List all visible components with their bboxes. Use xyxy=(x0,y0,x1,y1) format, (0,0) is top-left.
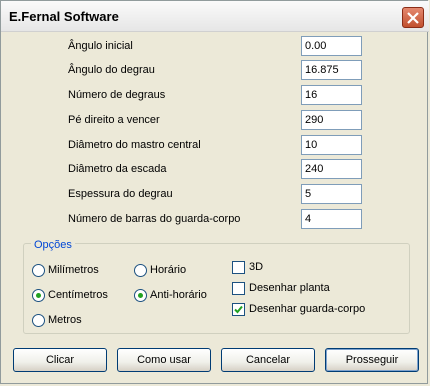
label-numero-barras: Número de barras do guarda-corpo xyxy=(68,213,241,225)
label-espessura-degrau: Espessura do degrau xyxy=(68,188,173,200)
radio-anti-horario-label[interactable]: Anti-horário xyxy=(150,289,207,301)
angulo-degrau-input[interactable] xyxy=(301,60,362,80)
label-pe-direito: Pé direito a vencer xyxy=(68,114,160,126)
dialog-window: E.Fernal Software Ângulo inicial Ângulo … xyxy=(0,0,429,384)
label-angulo-degrau: Ângulo do degrau xyxy=(68,64,155,76)
close-button[interactable] xyxy=(402,7,424,28)
checkbox-desenhar-guarda-corpo[interactable] xyxy=(232,303,245,316)
checkbox-desenhar-guarda-corpo-label[interactable]: Desenhar guarda-corpo xyxy=(249,303,365,315)
window-title: E.Fernal Software xyxy=(9,9,119,24)
angulo-inicial-input[interactable] xyxy=(301,36,362,56)
label-diametro-mastro: Diâmetro do mastro central xyxy=(68,139,201,151)
diametro-mastro-input[interactable] xyxy=(301,135,362,155)
checkbox-desenhar-planta-label[interactable]: Desenhar planta xyxy=(249,282,330,294)
checkbox-desenhar-planta[interactable] xyxy=(232,282,245,295)
cancelar-button[interactable]: Cancelar xyxy=(221,348,315,372)
label-numero-degraus: Número de degraus xyxy=(68,89,166,101)
label-angulo-inicial: Ângulo inicial xyxy=(68,40,133,52)
diametro-escada-input[interactable] xyxy=(301,159,362,179)
radio-horario[interactable] xyxy=(134,264,147,277)
close-icon xyxy=(407,12,419,24)
options-legend: Opções xyxy=(31,239,75,251)
radio-centimetros[interactable] xyxy=(32,289,45,302)
checkbox-3d-label[interactable]: 3D xyxy=(249,261,263,273)
espessura-degrau-input[interactable] xyxy=(301,184,362,204)
title-bar: E.Fernal Software xyxy=(1,1,429,32)
radio-anti-horario[interactable] xyxy=(134,289,147,302)
radio-milimetros[interactable] xyxy=(32,264,45,277)
prosseguir-button[interactable]: Prosseguir xyxy=(325,348,419,372)
pe-direito-input[interactable] xyxy=(301,110,362,130)
numero-barras-input[interactable] xyxy=(301,209,362,229)
checkmark-icon xyxy=(234,305,243,314)
radio-milimetros-label[interactable]: Milímetros xyxy=(48,264,99,276)
radio-metros-label[interactable]: Metros xyxy=(48,314,82,326)
radio-centimetros-label[interactable]: Centímetros xyxy=(48,289,108,301)
checkbox-3d[interactable] xyxy=(232,261,245,274)
radio-horario-label[interactable]: Horário xyxy=(150,264,186,276)
como-usar-button[interactable]: Como usar xyxy=(117,348,211,372)
numero-degraus-input[interactable] xyxy=(301,85,362,105)
radio-metros[interactable] xyxy=(32,314,45,327)
label-diametro-escada: Diâmetro da escada xyxy=(68,163,167,175)
clicar-button[interactable]: Clicar xyxy=(13,348,107,372)
